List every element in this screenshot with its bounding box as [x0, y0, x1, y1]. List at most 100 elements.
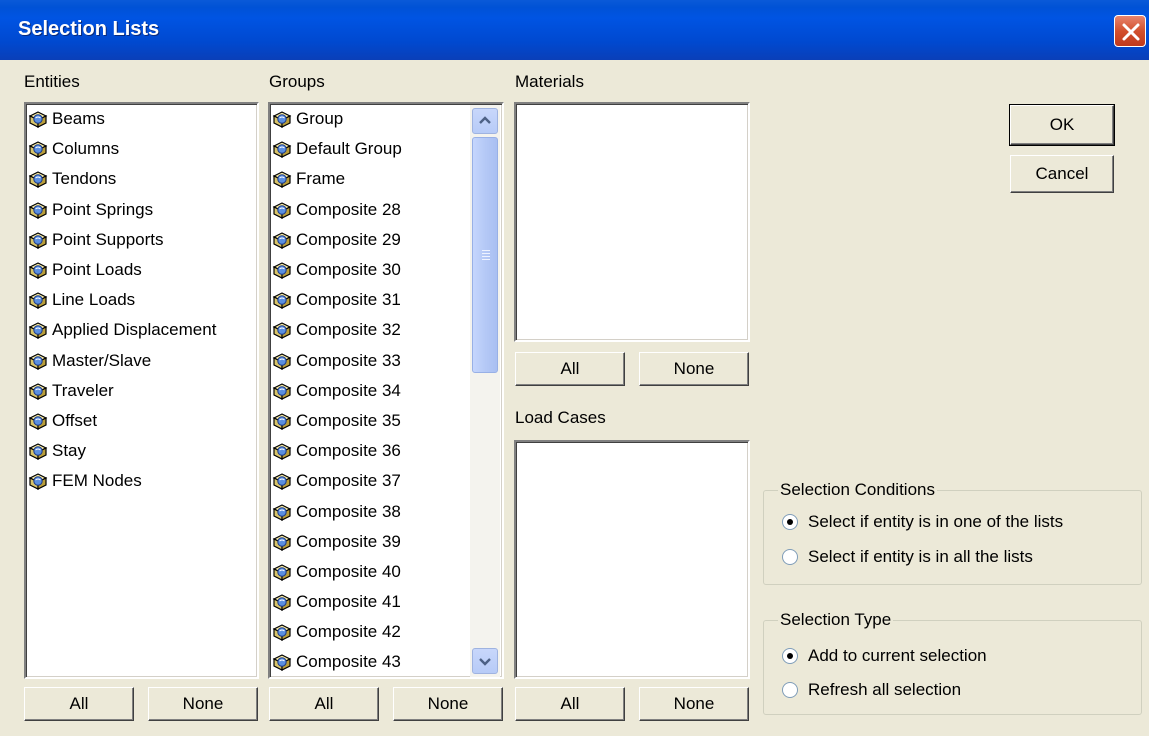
chevron-down-icon [479, 658, 491, 666]
package-icon [272, 169, 292, 189]
package-icon [272, 622, 292, 642]
groups-list[interactable]: Group Default Group Frame Composite 28 Compo… [268, 102, 504, 679]
list-item[interactable]: Composite 31 [270, 285, 502, 315]
package-icon [272, 109, 292, 129]
list-item[interactable]: Composite 38 [270, 496, 502, 526]
list-item[interactable]: Point Supports [26, 225, 257, 255]
list-item-label: Composite 38 [296, 501, 401, 521]
list-item-label: Point Loads [52, 260, 142, 280]
list-item[interactable]: Beams [26, 104, 257, 134]
list-item[interactable]: Composite 30 [270, 255, 502, 285]
list-item[interactable]: Composite 36 [270, 436, 502, 466]
title-bar: Selection Lists [0, 0, 1149, 60]
list-item[interactable]: Composite 39 [270, 527, 502, 557]
list-item[interactable]: Offset [26, 406, 257, 436]
list-item[interactable]: Composite 34 [270, 376, 502, 406]
materials-all-button[interactable]: All [515, 352, 625, 386]
list-item[interactable]: Composite 43 [270, 647, 502, 677]
groups-scrollbar[interactable] [470, 105, 500, 677]
list-item-label: Composite 28 [296, 199, 401, 219]
list-item-label: Offset [52, 410, 98, 430]
list-item[interactable]: Master/Slave [26, 346, 257, 376]
package-icon [272, 441, 292, 461]
groups-none-button[interactable]: None [393, 687, 503, 721]
list-item-label: Composite 32 [296, 320, 401, 340]
load-cases-none-button[interactable]: None [639, 687, 749, 721]
list-item-label: Composite 37 [296, 471, 401, 491]
list-item[interactable]: Composite 33 [270, 346, 502, 376]
scroll-thumb[interactable] [472, 137, 498, 373]
package-icon [28, 351, 48, 371]
list-item-label: Composite 35 [296, 410, 401, 430]
radio-button[interactable] [782, 648, 798, 664]
scroll-up-button[interactable] [472, 108, 498, 134]
package-icon [28, 109, 48, 129]
list-item[interactable]: Line Loads [26, 285, 257, 315]
list-item[interactable]: Columns [26, 134, 257, 164]
groups-all-button[interactable]: All [269, 687, 379, 721]
ok-button[interactable]: OK [1009, 104, 1115, 146]
list-item-label: Composite 33 [296, 350, 401, 370]
type-option-refresh[interactable]: Refresh all selection [782, 680, 961, 700]
list-item[interactable]: Applied Displacement [26, 315, 257, 345]
list-item-label: Composite 36 [296, 441, 401, 461]
window-title: Selection Lists [18, 18, 160, 40]
list-item[interactable]: Composite 28 [270, 195, 502, 225]
package-icon [272, 562, 292, 582]
list-item[interactable]: Composite 37 [270, 466, 502, 496]
list-item[interactable]: Composite 42 [270, 617, 502, 647]
list-item-label: Master/Slave [52, 350, 152, 370]
list-item[interactable]: Group [270, 104, 502, 134]
list-item[interactable]: FEM Nodes [26, 466, 257, 496]
list-item[interactable]: Tendons [26, 164, 257, 194]
cancel-button[interactable]: Cancel [1010, 155, 1114, 193]
package-icon [28, 320, 48, 340]
selection-type-group: Selection Type [763, 610, 1142, 715]
list-item-label: Traveler [52, 380, 114, 400]
load-cases-list[interactable] [514, 440, 750, 679]
package-icon [28, 290, 48, 310]
chevron-up-icon [479, 116, 491, 124]
list-item[interactable]: Composite 29 [270, 225, 502, 255]
condition-option-all-lists[interactable]: Select if entity is in all the lists [782, 547, 1033, 567]
radio-label: Select if entity is in one of the lists [808, 512, 1064, 531]
list-item-label: Composite 42 [296, 622, 401, 642]
list-item[interactable]: Frame [270, 164, 502, 194]
scroll-down-button[interactable] [472, 648, 498, 674]
package-icon [272, 592, 292, 612]
list-item[interactable]: Composite 41 [270, 587, 502, 617]
close-button[interactable] [1114, 15, 1146, 47]
load-cases-all-button[interactable]: All [515, 687, 625, 721]
list-item[interactable]: Composite 40 [270, 557, 502, 587]
entities-list[interactable]: Beams Columns Tendons Point Springs Point Su… [24, 102, 259, 679]
list-item[interactable]: Point Loads [26, 255, 257, 285]
list-item[interactable]: Traveler [26, 376, 257, 406]
radio-button[interactable] [782, 514, 798, 530]
materials-none-button[interactable]: None [639, 352, 749, 386]
radio-button[interactable] [782, 549, 798, 565]
list-item-label: Composite 40 [296, 561, 401, 581]
package-icon [28, 441, 48, 461]
radio-label: Add to current selection [808, 646, 987, 665]
entities-none-button[interactable]: None [148, 687, 258, 721]
materials-list[interactable] [514, 102, 750, 342]
radio-button[interactable] [782, 682, 798, 698]
list-item[interactable]: Stay [26, 436, 257, 466]
type-option-add[interactable]: Add to current selection [782, 646, 987, 666]
package-icon [272, 381, 292, 401]
list-item[interactable]: Composite 32 [270, 315, 502, 345]
list-item[interactable]: Point Springs [26, 195, 257, 225]
selection-type-legend: Selection Type [778, 610, 894, 630]
package-icon [272, 411, 292, 431]
list-item[interactable]: Default Group [270, 134, 502, 164]
package-icon [272, 320, 292, 340]
condition-option-one-list[interactable]: Select if entity is in one of the lists [782, 512, 1063, 532]
entities-all-button[interactable]: All [24, 687, 134, 721]
list-item-label: Composite 41 [296, 592, 401, 612]
package-icon [28, 139, 48, 159]
list-item-label: Composite 30 [296, 260, 401, 280]
radio-label: Refresh all selection [808, 680, 962, 699]
load-cases-label: Load Cases [515, 408, 606, 427]
list-item-label: FEM Nodes [52, 471, 142, 491]
list-item[interactable]: Composite 35 [270, 406, 502, 436]
